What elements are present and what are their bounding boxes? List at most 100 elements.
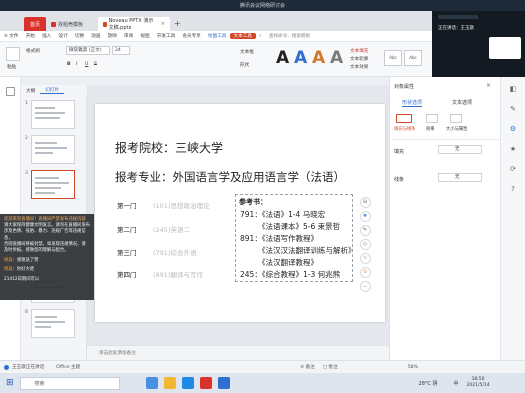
tab-text-options[interactable]: 文本选项: [452, 99, 472, 106]
speaking-indicator: 正在讲话：王玉歌: [438, 26, 474, 31]
subtab-fill-line[interactable]: 填充与线条: [394, 126, 415, 132]
wps-icon[interactable]: [199, 377, 212, 389]
slide-thumbnail-selected[interactable]: 3: [25, 170, 75, 199]
menu-slideshow[interactable]: 放映: [104, 33, 120, 39]
file-explorer-icon[interactable]: [163, 377, 176, 389]
tab-home[interactable]: 首页: [24, 17, 46, 31]
text-style-1[interactable]: Abc: [384, 50, 402, 66]
underline-button[interactable]: U: [85, 62, 88, 67]
more-icon[interactable]: …: [359, 281, 371, 292]
notes-toggle[interactable]: ≡ 备注: [300, 364, 315, 370]
file-menu[interactable]: ≡ 文件: [0, 33, 22, 39]
wordart-style-4[interactable]: A: [330, 48, 343, 68]
font-family-select[interactable]: 微软雅黑 (正文): [66, 46, 110, 55]
text-fill-button[interactable]: 文本填充: [350, 48, 368, 54]
animation-icon[interactable]: ★: [507, 143, 519, 155]
search-icon[interactable]: ⌕: [256, 33, 266, 39]
pen-icon[interactable]: ✎: [359, 225, 371, 236]
line-label: 线条: [394, 177, 405, 183]
taskbar-search[interactable]: 搜索: [19, 376, 120, 390]
clock[interactable]: 18:50 2021/5/14: [467, 377, 490, 389]
taskbar: ⊞ 搜索 28°C 阴 中 18:50 2021/5/14: [0, 373, 525, 393]
wordart-style-1[interactable]: A: [276, 48, 289, 68]
chat-user: 杨淼: [4, 258, 13, 264]
fill-select[interactable]: 无: [438, 145, 482, 154]
wordart-style-3[interactable]: A: [312, 48, 325, 68]
star-icon[interactable]: ☆: [359, 253, 371, 264]
book-line: 245：《综合教程》1-3 何兆熊: [240, 270, 341, 279]
weather-widget[interactable]: 28°C 阴: [419, 380, 438, 387]
tab-document[interactable]: Noveau PPTX 演示文稿.pptx ×: [98, 17, 170, 31]
line-select[interactable]: 无: [438, 173, 482, 182]
text-effect-button[interactable]: 文本效果: [350, 64, 368, 70]
menu-member[interactable]: 会员专享: [179, 33, 205, 39]
tab-template[interactable]: 找稻壳模板: [46, 17, 98, 31]
close-tab-icon[interactable]: ×: [161, 21, 165, 27]
size-icon[interactable]: [450, 114, 462, 123]
task-view-icon[interactable]: [145, 377, 158, 389]
menu-insert[interactable]: 插入: [38, 33, 54, 39]
notes-bar[interactable]: 单击此处添加备注: [87, 345, 389, 360]
shape-icon[interactable]: ◇: [359, 239, 371, 250]
zoom-level[interactable]: 58%: [408, 365, 418, 370]
help-icon[interactable]: ?: [507, 183, 519, 195]
tab-slides[interactable]: 幻灯片: [40, 87, 64, 94]
text-outline-button[interactable]: 文本轮廓: [350, 56, 368, 62]
menu-view[interactable]: 视图: [137, 33, 153, 39]
input-language[interactable]: 中: [454, 380, 459, 387]
meeting-app-icon[interactable]: [217, 377, 230, 389]
meeting-title: 腾讯会议网络研讨会: [239, 3, 285, 9]
menu-review[interactable]: 审阅: [120, 33, 136, 39]
command-search[interactable]: 查找命令、搜索模板: [265, 33, 314, 39]
text-style-2[interactable]: Abc: [404, 50, 422, 66]
collapse-icon[interactable]: ⊖: [359, 197, 371, 208]
strike-button[interactable]: S: [94, 62, 97, 67]
menu-developer[interactable]: 开发工具: [153, 33, 179, 39]
reference-textbox[interactable]: 参考书： 791：《法语》1-4 马晓宏 《法语课本》5-6 束景哲 891：《…: [235, 194, 356, 282]
chat-message: 杨淼：你好大佬: [4, 267, 35, 273]
divider: [392, 139, 499, 140]
font-size-select[interactable]: 24: [112, 46, 130, 55]
object-properties-icon[interactable]: ◧: [507, 83, 519, 95]
textbox-button[interactable]: 文本框: [240, 49, 254, 55]
settings-icon[interactable]: ⚙: [507, 123, 519, 135]
menu-design[interactable]: 设计: [55, 33, 71, 39]
paste-icon[interactable]: [6, 47, 20, 61]
format-painter-button[interactable]: 格式刷: [26, 48, 40, 54]
edge-icon[interactable]: [181, 377, 194, 389]
tab-outline[interactable]: 大纲: [21, 88, 40, 94]
subtab-effect[interactable]: 效果: [426, 126, 435, 132]
paste-button[interactable]: 粘贴: [7, 64, 16, 70]
menu-transition[interactable]: 切换: [71, 33, 87, 39]
theme-name: Office 主题: [56, 365, 81, 370]
effect-icon[interactable]: [426, 114, 438, 123]
location-icon[interactable]: ⊙: [359, 267, 371, 278]
menu-home[interactable]: 开始: [22, 33, 38, 39]
bold-button[interactable]: B: [67, 62, 71, 67]
shapes-button[interactable]: 形状: [240, 62, 249, 68]
subtab-size[interactable]: 大小与属性: [446, 126, 467, 132]
subject-detail: (245)英语二: [153, 226, 190, 234]
major-text[interactable]: 报考专业：外国语言学及应用语言学（法语）: [115, 169, 345, 185]
school-text[interactable]: 报考院校：三峡大学: [115, 139, 223, 156]
slide-thumbnail[interactable]: 2: [25, 135, 75, 164]
tab-bar: 首页 找稻壳模板 Noveau PPTX 演示文稿.pptx × +: [0, 11, 432, 31]
menu-animation[interactable]: 动画: [88, 33, 104, 39]
backup-icon[interactable]: ⟳: [507, 163, 519, 175]
style-icon[interactable]: ✎: [507, 103, 519, 115]
menu-text-tools[interactable]: 文本工具: [229, 33, 256, 39]
windows-start-icon[interactable]: ⊞: [6, 378, 14, 388]
close-panel-icon[interactable]: ×: [486, 82, 491, 89]
fill-line-icon[interactable]: [396, 114, 412, 123]
layers-icon[interactable]: ❖: [359, 211, 371, 222]
slide-thumbnail[interactable]: 1: [25, 100, 75, 129]
comment-toggle[interactable]: □ 批注: [323, 364, 338, 370]
italic-button[interactable]: I: [76, 62, 77, 67]
chat-user: 杨淼: [4, 267, 13, 273]
new-tab-button[interactable]: +: [174, 19, 181, 28]
slide-thumbnail[interactable]: 8: [25, 309, 75, 338]
wordart-style-2[interactable]: A: [294, 48, 307, 68]
collapse-pane-icon[interactable]: [5, 87, 15, 96]
tab-shape-options[interactable]: 形状选项: [402, 99, 423, 107]
menu-drawing-tools[interactable]: 绘图工具: [204, 33, 230, 39]
